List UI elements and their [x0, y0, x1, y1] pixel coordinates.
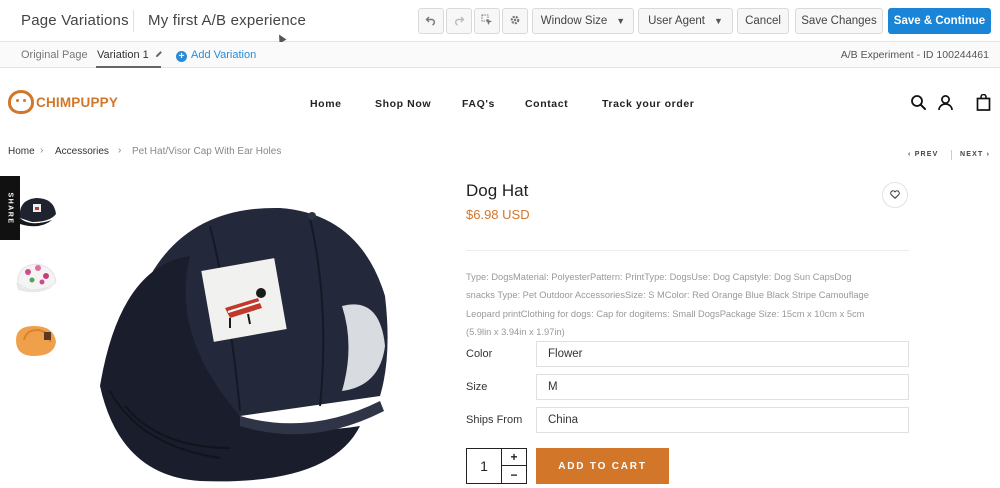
undo-button[interactable]	[418, 8, 444, 34]
color-select[interactable]: Flower	[536, 341, 909, 367]
chevron-down-icon: ▼	[713, 16, 723, 26]
save-changes-button[interactable]: Save Changes	[795, 8, 883, 34]
description-line: Leopard printClothing for dogs: Cap for …	[466, 308, 865, 319]
plus-circle-icon: +	[176, 51, 187, 62]
breadcrumb-current: Pet Hat/Visor Cap With Ear Holes	[132, 146, 282, 157]
quantity-decrease-button[interactable]: −	[502, 466, 526, 483]
product-divider	[466, 250, 909, 251]
user-agent-label: User Agent	[648, 15, 705, 27]
dog-face-icon	[8, 90, 34, 114]
option-label-ships-from: Ships From	[466, 414, 523, 426]
brand-name: CHIMPUPPY	[36, 94, 119, 110]
bag-icon[interactable]	[976, 93, 991, 116]
redo-icon	[453, 14, 465, 29]
tab-variation-1[interactable]: Variation 1	[97, 49, 163, 61]
tab-original-page[interactable]: Original Page	[21, 49, 88, 61]
pager-divider	[951, 150, 952, 160]
nav-track-order[interactable]: Track your order	[602, 98, 694, 110]
next-button[interactable]: NEXT ›	[960, 151, 990, 158]
cancel-button[interactable]: Cancel	[737, 8, 789, 34]
chevron-right-icon: ›	[40, 145, 44, 156]
description-line: (5.9lin x 3.94in x 1.97in)	[466, 326, 565, 337]
quantity-input[interactable]: 1	[467, 449, 501, 483]
prev-label: PREV	[914, 151, 939, 158]
element-select-button[interactable]	[474, 8, 500, 34]
thumbnail-floral-hat[interactable]	[10, 254, 60, 298]
pencil-icon[interactable]	[155, 49, 163, 61]
quantity-stepper: 1 + −	[466, 448, 527, 484]
window-size-dropdown[interactable]: Window Size ▼	[532, 8, 634, 34]
settings-button[interactable]	[502, 8, 528, 34]
product-description: Type: DogsMaterial: PolyesterPattern: Pr…	[466, 268, 911, 341]
thumbnail-orange-hat[interactable]	[10, 318, 60, 362]
add-variation-label: Add Variation	[191, 49, 257, 61]
gear-icon	[509, 14, 521, 29]
ships-from-select[interactable]: China	[536, 407, 909, 433]
experience-name[interactable]: My first A/B experience	[148, 12, 306, 29]
quantity-increase-button[interactable]: +	[502, 449, 526, 466]
chevron-left-icon: ‹	[908, 151, 912, 158]
add-variation-button[interactable]: + Add Variation	[176, 49, 256, 62]
product-price: $6.98 USD	[466, 207, 530, 222]
undo-icon	[425, 14, 437, 29]
chevron-down-icon: ▼	[616, 16, 626, 26]
toolbar-divider	[133, 10, 134, 32]
quantity-buttons: + −	[501, 449, 526, 483]
add-to-cart-button[interactable]: ADD TO CART	[536, 448, 669, 484]
search-icon[interactable]	[910, 94, 927, 116]
variation-tabs: Original Page Variation 1 + Add Variation…	[0, 42, 1000, 68]
option-label-size: Size	[466, 381, 488, 393]
save-continue-button[interactable]: Save & Continue	[888, 8, 991, 34]
thumbnail-black-hat[interactable]	[10, 188, 60, 232]
size-select[interactable]: M	[536, 374, 909, 400]
option-label-color: Color	[466, 348, 493, 360]
experiment-id: A/B Experiment - ID 100244461	[840, 49, 989, 61]
nav-home[interactable]: Home	[310, 98, 342, 110]
description-line: Type: DogsMaterial: PolyesterPattern: Pr…	[466, 272, 852, 282]
active-tab-indicator	[96, 66, 161, 68]
section-title: Page Variations	[21, 12, 129, 29]
redo-button[interactable]	[446, 8, 472, 34]
product-title: Dog Hat	[466, 181, 529, 200]
next-label: NEXT	[960, 151, 984, 158]
breadcrumb-home[interactable]: Home	[8, 146, 35, 157]
prev-button[interactable]: ‹ PREV	[908, 151, 939, 158]
nav-shop-now[interactable]: Shop Now	[375, 98, 431, 110]
wishlist-button[interactable]	[882, 182, 908, 208]
nav-contact[interactable]: Contact	[525, 98, 568, 110]
nav-faqs[interactable]: FAQ's	[462, 98, 495, 110]
window-size-label: Window Size	[540, 15, 608, 27]
breadcrumb-accessories[interactable]: Accessories	[55, 146, 109, 157]
tab-variation-label: Variation 1	[97, 49, 149, 61]
chevron-right-icon: ›	[118, 145, 122, 156]
user-agent-dropdown[interactable]: User Agent ▼	[638, 8, 733, 34]
product-main-image[interactable]	[80, 186, 425, 486]
heart-icon	[890, 186, 900, 204]
store-logo[interactable]: CHIMPUPPY	[8, 90, 118, 114]
user-icon[interactable]	[937, 94, 954, 116]
description-line: snacks Type: Pet Outdoor AccessoriesSize…	[466, 290, 869, 301]
editor-toolbar: Page Variations My first A/B experience …	[0, 0, 1000, 44]
chevron-right-icon: ›	[986, 151, 991, 158]
element-select-icon	[481, 14, 493, 29]
